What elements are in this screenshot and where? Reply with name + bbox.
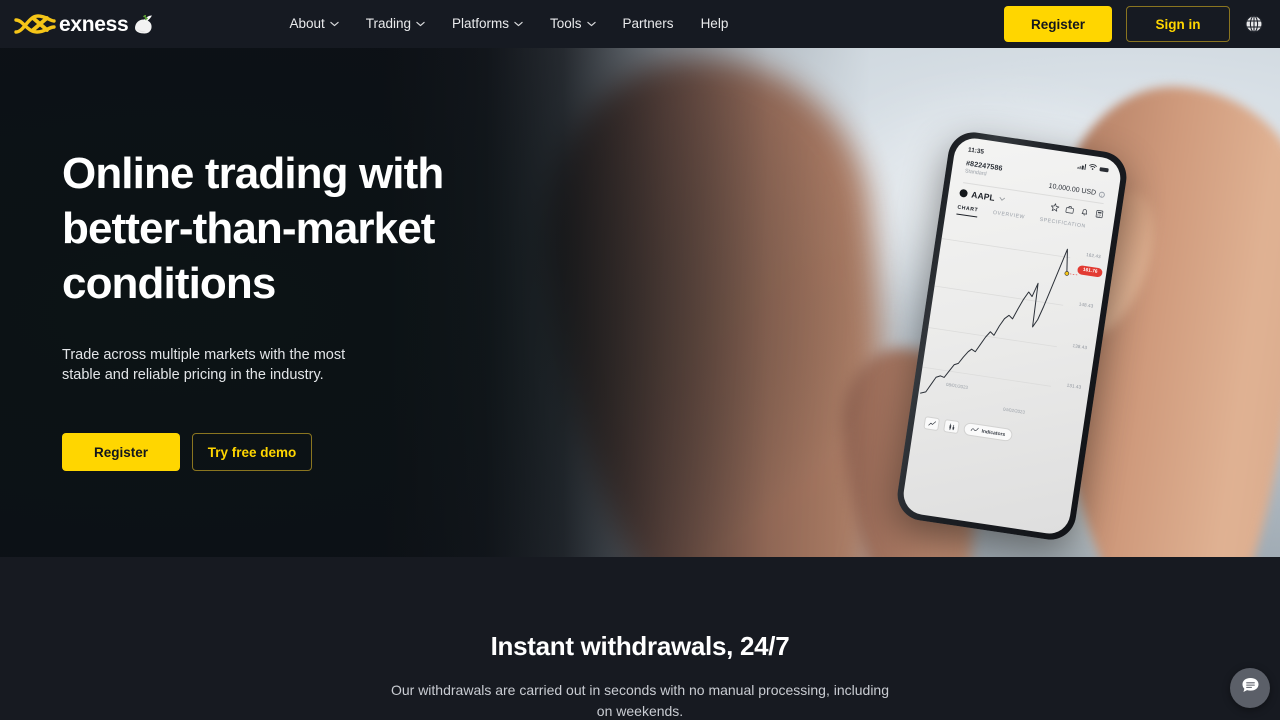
nav-label-platforms: Platforms bbox=[452, 16, 510, 32]
hero-title: Online trading with better-than-market c… bbox=[62, 146, 542, 311]
exness-x-mark-icon bbox=[14, 12, 56, 36]
nav-label-partners: Partners bbox=[622, 16, 674, 32]
logo-text: exness bbox=[59, 12, 129, 36]
section-title: Instant withdrawals, 24/7 bbox=[490, 631, 790, 661]
nav-item-about[interactable]: About bbox=[289, 16, 339, 32]
main-nav: About Trading Platforms Tools Partners H… bbox=[289, 17, 728, 31]
nav-label-help: Help bbox=[700, 16, 729, 32]
try-free-demo-button[interactable]: Try free demo bbox=[192, 433, 312, 471]
dove-icon bbox=[131, 12, 154, 36]
nav-item-help[interactable]: Help bbox=[701, 17, 729, 31]
nav-label-trading: Trading bbox=[365, 16, 411, 32]
chevron-down-icon bbox=[330, 21, 339, 27]
nav-label-about: About bbox=[289, 16, 325, 32]
header-actions: Register Sign in bbox=[1004, 6, 1264, 42]
chat-widget-button[interactable] bbox=[1230, 668, 1270, 708]
hero-title-line-1: Online trading with bbox=[62, 149, 444, 198]
chevron-down-icon bbox=[514, 21, 523, 27]
hero-title-line-2: better-than-market bbox=[62, 204, 435, 253]
hero-section: 11:35 #82247586 bbox=[0, 48, 1280, 557]
chevron-down-icon bbox=[416, 21, 425, 27]
globe-icon[interactable] bbox=[1244, 14, 1264, 34]
hero-subtitle: Trade across multiple markets with the m… bbox=[62, 347, 346, 383]
logo[interactable]: exness bbox=[14, 12, 154, 36]
chat-bubble-icon bbox=[1240, 675, 1261, 701]
site-header: exness About Trading Platforms Tools Par… bbox=[0, 0, 1280, 48]
nav-label-tools: Tools bbox=[550, 16, 582, 32]
hero-copy: Online trading with better-than-market c… bbox=[62, 146, 542, 471]
nav-item-tools[interactable]: Tools bbox=[550, 17, 596, 31]
nav-item-trading[interactable]: Trading bbox=[366, 17, 425, 31]
hero-title-line-3: conditions bbox=[62, 259, 276, 308]
hero-cta-group: Register Try free demo bbox=[62, 433, 542, 471]
chevron-down-icon bbox=[586, 21, 596, 27]
register-button-hero[interactable]: Register bbox=[62, 433, 180, 471]
withdrawals-section: Instant withdrawals, 24/7 Our withdrawal… bbox=[0, 557, 1280, 720]
nav-item-partners[interactable]: Partners bbox=[623, 17, 674, 31]
register-button-header[interactable]: Register bbox=[1004, 6, 1112, 42]
section-subtitle: Our withdrawals are carried out in secon… bbox=[390, 682, 890, 719]
nav-item-platforms[interactable]: Platforms bbox=[452, 17, 523, 31]
sign-in-button[interactable]: Sign in bbox=[1126, 6, 1230, 42]
